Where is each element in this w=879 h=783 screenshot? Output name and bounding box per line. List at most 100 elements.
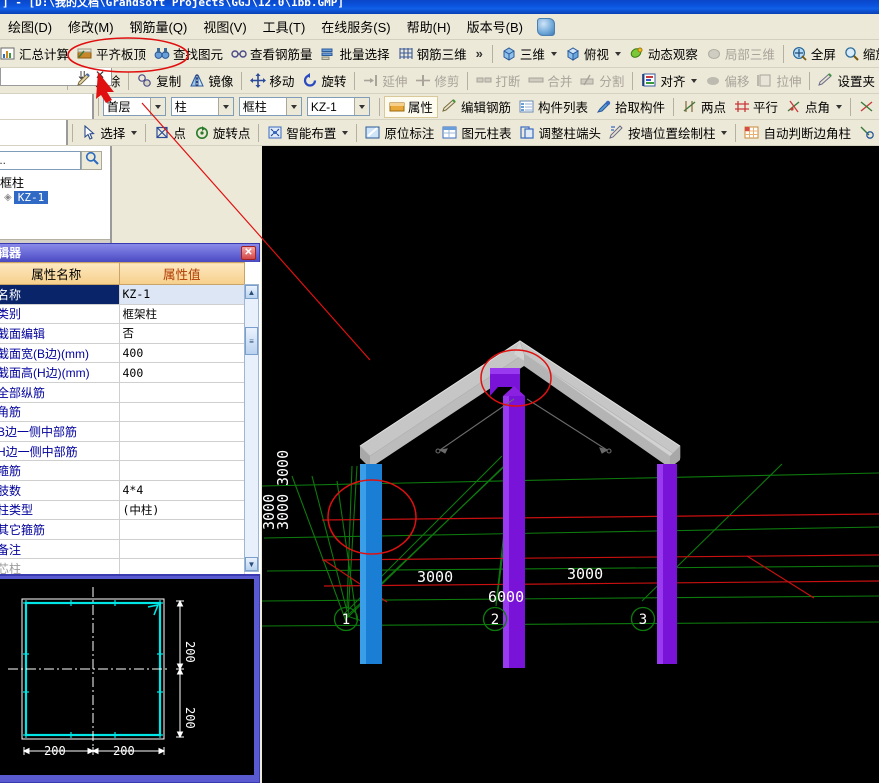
two-point-button[interactable]: 两点	[678, 96, 730, 118]
align-dropdown-icon[interactable]	[691, 78, 698, 83]
property-value[interactable]: (中柱)	[118, 499, 245, 521]
find-element-button[interactable]: 查找图元	[150, 43, 227, 65]
menu-rebar-quantity[interactable]: 钢筋量(Q)	[122, 14, 196, 39]
select-tool-dropdown-icon[interactable]	[131, 130, 138, 135]
point-tool-button[interactable]: 点	[150, 122, 190, 144]
menu-view[interactable]: 视图(V)	[195, 14, 254, 39]
property-value[interactable]	[118, 421, 245, 442]
extend-button[interactable]: 延伸	[359, 70, 411, 92]
menu-version[interactable]: 版本号(B)	[459, 14, 531, 39]
properties-button[interactable]: 属性	[383, 95, 438, 118]
menu-help[interactable]: 帮助(H)	[399, 14, 459, 39]
zoom-button[interactable]: 缩放	[840, 43, 879, 65]
break-button[interactable]: 打断	[472, 70, 524, 92]
trim-button[interactable]: 修剪	[411, 70, 463, 92]
hdim-2: 3000	[567, 565, 603, 583]
draw-column-by-wall-button[interactable]: 按墙位置绘制柱	[605, 122, 732, 144]
property-vscrollbar[interactable]: ▲ ≡ ▼	[244, 284, 259, 572]
floor-combo[interactable]: 首层	[102, 97, 166, 116]
section-viewer-canvas[interactable]: 200 200 200 200	[0, 579, 254, 775]
extra-tool-button[interactable]	[855, 96, 879, 118]
point-angle-button[interactable]: 点角	[782, 96, 846, 118]
property-value[interactable]	[118, 460, 245, 481]
element-column-table-button[interactable]: 图元柱表	[438, 122, 515, 144]
property-value[interactable]: 4*4	[118, 479, 245, 501]
stretch-button[interactable]: 拉伸	[753, 70, 805, 92]
property-value[interactable]	[118, 558, 245, 574]
set-grip-button[interactable]: 设置夹	[814, 70, 879, 92]
point-angle-dropdown-icon[interactable]	[836, 104, 843, 109]
summary-calc-button[interactable]: 汇总计算	[0, 43, 73, 65]
panel-pin-area: ⇊ ✕	[0, 68, 112, 93]
floor-combo-arrow[interactable]	[149, 98, 165, 115]
fullscreen-label: 全屏	[810, 48, 836, 62]
scroll-up-button[interactable]: ▲	[245, 285, 258, 299]
rebar-3d-button[interactable]: 钢筋三维	[394, 43, 471, 65]
edit-rebar-button[interactable]: 编辑钢筋	[438, 96, 515, 118]
navigator-search-button[interactable]	[81, 150, 102, 170]
auto-detect-corner-column-button[interactable]: 自动判断边角柱	[740, 122, 855, 144]
sel-divider-1	[378, 97, 380, 116]
dynamic-observe-button[interactable]: 动态观察	[625, 43, 702, 65]
view-top-button[interactable]: 俯视	[561, 43, 625, 65]
mirror-button[interactable]: 镜像	[185, 70, 237, 92]
scroll-down-button[interactable]: ▼	[245, 557, 258, 571]
property-value[interactable]	[118, 440, 245, 462]
draw-column-by-wall-dropdown-icon[interactable]	[721, 130, 728, 135]
component-type-arrow[interactable]	[217, 98, 233, 115]
smart-layout-dropdown-icon[interactable]	[342, 130, 349, 135]
property-value[interactable]	[118, 381, 245, 403]
scroll-thumb[interactable]: ≡	[245, 327, 258, 355]
property-value[interactable]: 400	[118, 362, 245, 383]
component-subtype-arrow[interactable]	[285, 98, 301, 115]
adjust-column-end-button[interactable]: 调整柱端头	[515, 122, 605, 144]
menu-modify[interactable]: 修改(M)	[60, 14, 122, 39]
property-editor-close-button[interactable]: ✕	[241, 246, 256, 260]
property-value[interactable]: KZ-1	[118, 284, 245, 305]
property-value[interactable]: 框架柱	[118, 303, 245, 325]
navigator-search-input[interactable]: ...	[0, 150, 81, 170]
fullscreen-button[interactable]: 全屏	[788, 43, 840, 65]
property-value[interactable]: 否	[118, 323, 245, 344]
3d-viewport[interactable]: 3000 3000 3000 3000 3000 6000 1 2 3	[262, 146, 879, 783]
component-name-combo[interactable]: KZ-1	[306, 97, 370, 116]
move-button[interactable]: 移动	[246, 70, 298, 92]
property-value[interactable]	[118, 538, 245, 560]
smart-layout-button[interactable]: 智能布置	[263, 122, 352, 144]
flush-slab-top-button[interactable]: 平齐板顶	[73, 43, 150, 65]
select-tool-button[interactable]: 选择	[77, 122, 141, 144]
close-panel-icon[interactable]: ✕	[95, 68, 105, 82]
component-name-arrow[interactable]	[353, 98, 369, 115]
local-3d-button[interactable]: 局部三维	[702, 43, 779, 65]
offset-button[interactable]: 偏移	[701, 70, 753, 92]
in-situ-annotation-button[interactable]: 原位标注	[361, 122, 438, 144]
tree-node-parent[interactable]: 框柱	[0, 174, 110, 191]
view-3d-dropdown-icon[interactable]	[550, 51, 557, 56]
parallel-button[interactable]: 平行	[730, 96, 782, 118]
component-list-button[interactable]: 构件列表	[515, 96, 592, 118]
tree-node-child[interactable]: ◈ KZ-1	[0, 191, 110, 204]
view-top-dropdown-icon[interactable]	[614, 51, 621, 56]
component-subtype-combo[interactable]: 框柱	[238, 97, 302, 116]
pick-component-button[interactable]: 拾取构件	[592, 96, 669, 118]
align-button[interactable]: 对齐	[637, 70, 701, 92]
view-3d-button[interactable]: 三维	[497, 43, 561, 65]
menu-tools[interactable]: 工具(T)	[255, 14, 314, 39]
component-type-combo[interactable]: 柱	[170, 97, 234, 116]
menu-draw[interactable]: 绘图(D)	[0, 14, 60, 39]
property-value[interactable]	[118, 401, 245, 423]
batch-select-button[interactable]: 批量选择	[317, 43, 394, 65]
menu-online-service[interactable]: 在线服务(S)	[313, 14, 398, 39]
rotate-button[interactable]: 旋转	[298, 70, 350, 92]
property-value[interactable]: 400	[118, 342, 245, 364]
table-row: 截面宽(B边)(mm) 400	[0, 342, 245, 364]
view-rebar-quantity-button[interactable]: 查看钢筋量	[227, 43, 317, 65]
split-button[interactable]: 分割	[576, 70, 628, 92]
copy-button[interactable]: 复制	[133, 70, 185, 92]
navigator-panel: ... 框柱 ◈ KZ-1	[0, 146, 112, 245]
rotate-point-button[interactable]: 旋转点	[190, 122, 255, 144]
extra-draw-tool-button[interactable]	[855, 122, 879, 144]
property-value[interactable]	[118, 519, 245, 540]
toolbar-overflow-button[interactable]: »	[471, 46, 488, 61]
merge-button[interactable]: 合并	[524, 70, 576, 92]
